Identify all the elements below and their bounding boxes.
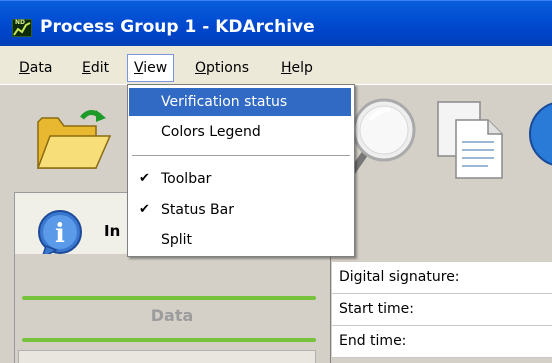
info-tab-label: In <box>104 222 121 240</box>
menu-help-label: Help <box>281 60 313 76</box>
title-bar: ND Process Group 1 - KDArchive <box>0 0 552 46</box>
window-title: Process Group 1 - KDArchive <box>40 17 315 37</box>
check-icon: ✔ <box>139 202 150 217</box>
app-icon[interactable]: ND <box>12 19 32 37</box>
menu-edit-label: Edit <box>82 60 110 76</box>
menu-help[interactable]: Help <box>275 56 319 80</box>
menu-item-toolbar[interactable]: ✔ Toolbar <box>129 165 351 193</box>
svg-text:i: i <box>55 219 65 249</box>
menu-item-colors-legend[interactable]: Colors Legend <box>129 118 351 146</box>
digital-signature-field: Digital signature: <box>332 262 552 294</box>
view-menu-dropdown: Verification status Colors Legend ✔ Toolb… <box>127 84 355 257</box>
menu-options-label: Options <box>195 60 250 76</box>
menu-item-label: Verification status <box>161 94 288 110</box>
menu-view-label: View <box>134 60 168 76</box>
next-section[interactable] <box>18 350 316 363</box>
check-icon: ✔ <box>139 171 150 186</box>
menu-item-label: Colors Legend <box>161 124 261 140</box>
end-time-field: End time: <box>332 326 552 358</box>
divider <box>22 296 316 300</box>
menu-item-verification-status[interactable]: Verification status <box>129 88 351 116</box>
start-time-field: Start time: <box>332 294 552 326</box>
menu-data-hotkey: Data <box>19 60 53 76</box>
menu-view[interactable]: View <box>127 54 175 82</box>
menu-item-label: Status Bar <box>161 202 235 218</box>
globe-icon[interactable] <box>528 98 552 172</box>
documents-icon[interactable] <box>432 98 508 186</box>
menu-item-split[interactable]: Split <box>129 226 351 254</box>
menu-item-label: Toolbar <box>161 171 212 187</box>
menu-separator <box>132 155 350 156</box>
menu-data[interactable]: Data <box>13 56 58 80</box>
open-folder-icon[interactable] <box>34 108 114 178</box>
magnifier-icon[interactable] <box>348 96 418 180</box>
menu-item-label: Split <box>161 232 193 248</box>
data-section-label[interactable]: Data <box>14 306 330 325</box>
menu-options[interactable]: Options <box>189 56 255 80</box>
divider <box>22 338 316 342</box>
menu-item-status-bar[interactable]: ✔ Status Bar <box>129 196 351 224</box>
menu-edit[interactable]: Edit <box>76 56 115 80</box>
